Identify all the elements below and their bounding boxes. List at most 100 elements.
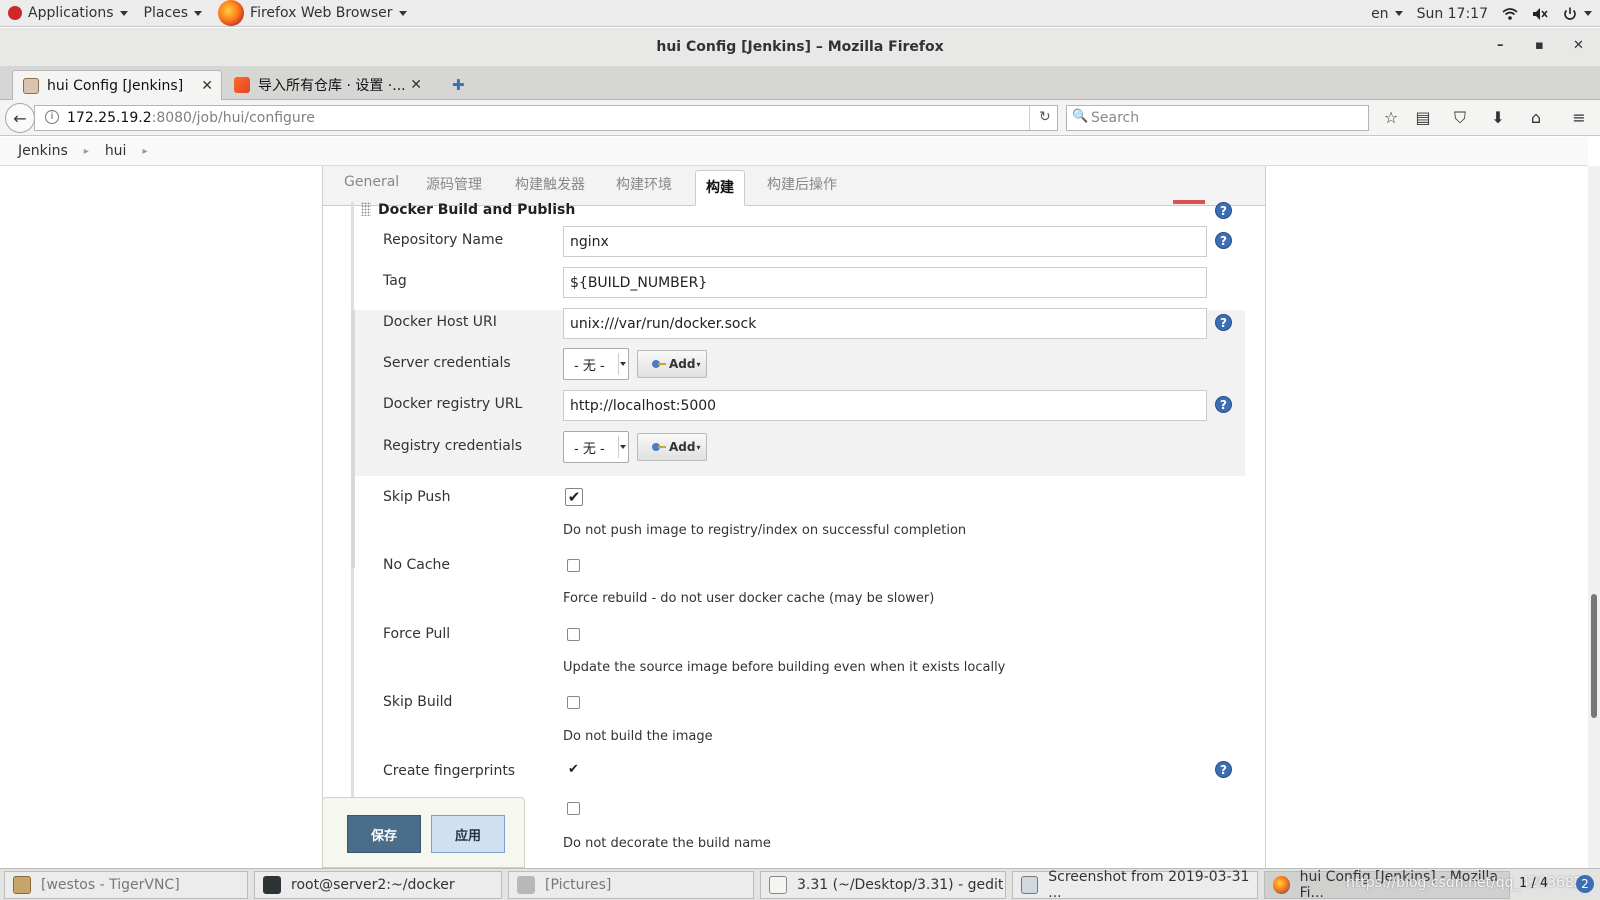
back-button[interactable]: ← — [5, 103, 35, 133]
pocket-icon[interactable]: ⛉ — [1450, 108, 1470, 128]
apply-button[interactable]: 应用 — [431, 815, 505, 853]
section-title: Docker Build and Publish — [378, 202, 576, 218]
tag-input[interactable] — [563, 267, 1207, 298]
delete-button[interactable] — [1173, 200, 1205, 204]
save-bar: 保存 应用 — [322, 797, 525, 868]
key-icon — [652, 360, 666, 368]
places-menu[interactable]: Places — [136, 0, 211, 27]
scrollbar-thumb[interactable] — [1591, 594, 1597, 718]
browser-menu[interactable]: Firefox Web Browser — [210, 0, 415, 27]
close-window-icon[interactable]: ✕ — [1573, 38, 1584, 53]
help-icon[interactable]: ? — [1215, 396, 1232, 413]
add-registry-credentials-button[interactable]: Add ▾ — [637, 433, 707, 461]
server-credentials-select[interactable]: - 无 - — [563, 348, 629, 380]
skip-decorate-checkbox[interactable] — [567, 802, 580, 815]
chevron-down-icon — [194, 10, 203, 16]
key-icon — [652, 443, 666, 451]
task-screenshot[interactable]: Screenshot from 2019-03-31 ... — [1012, 869, 1258, 900]
repository-name-label: Repository Name — [383, 232, 504, 248]
task-tigervnc[interactable]: [westos - TigerVNC] — [4, 871, 248, 899]
docker-registry-url-label: Docker registry URL — [383, 396, 523, 412]
notification-icon[interactable]: 2 — [1576, 875, 1594, 893]
skip-push-description: Do not push image to registry/index on s… — [563, 523, 967, 538]
task-pictures[interactable]: [Pictures] — [508, 871, 754, 899]
new-tab-button[interactable]: ✚ — [442, 70, 475, 100]
tab-scm[interactable]: 源码管理 — [426, 174, 482, 194]
wifi-icon[interactable] — [1502, 7, 1518, 21]
repository-name-input[interactable] — [563, 226, 1207, 257]
add-label: Add — [669, 440, 696, 454]
watermark: https://blog.csdn.net/qq_42036824 — [1346, 875, 1592, 891]
download-icon[interactable]: ⬇ — [1488, 108, 1508, 127]
workspace-pager[interactable]: 1 / 4 — [1519, 876, 1548, 891]
help-icon[interactable]: ? — [1215, 761, 1232, 778]
task-terminal[interactable]: root@server2:~/docker — [254, 871, 502, 899]
add-server-credentials-button[interactable]: Add ▾ — [637, 350, 707, 378]
help-icon[interactable]: ? — [1215, 232, 1232, 249]
maximize-icon[interactable]: ▪ — [1535, 38, 1544, 53]
docker-host-uri-input[interactable] — [563, 308, 1207, 339]
chevron-right-icon[interactable]: ▸ — [142, 146, 147, 157]
tab-build[interactable]: 构建 — [695, 170, 745, 206]
browser-label: Firefox Web Browser — [250, 5, 393, 21]
force-pull-checkbox[interactable] — [567, 628, 580, 641]
tab-jenkins-config[interactable]: hui Config [Jenkins] ✕ — [12, 70, 222, 100]
task-gedit[interactable]: 3.31 (~/Desktop/3.31) - gedit — [760, 871, 1006, 899]
folder-icon — [517, 876, 535, 894]
chevron-down-icon — [618, 436, 626, 458]
task-label: root@server2:~/docker — [291, 877, 455, 893]
navigation-toolbar: i 172.25.19.2 :8080/job/hui/configure ↻ … — [0, 100, 1600, 136]
skip-build-checkbox[interactable] — [567, 696, 580, 709]
breadcrumb-job[interactable]: hui — [105, 143, 127, 159]
terminal-icon — [263, 876, 281, 894]
tab-gitlab-import[interactable]: 导入所有仓库 · 设置 ·... ✕ — [224, 70, 430, 100]
minimize-icon[interactable]: – — [1497, 38, 1504, 53]
url-path: :8080/job/hui/configure — [151, 110, 315, 126]
group-bar — [351, 310, 355, 568]
skip-push-checkbox[interactable]: ✔ — [565, 488, 583, 506]
language-menu[interactable]: en — [1371, 6, 1403, 22]
search-input[interactable]: 🔍 Search — [1066, 105, 1369, 131]
create-fingerprints-checkbox[interactable]: ✔ — [567, 763, 580, 777]
tab-post-build[interactable]: 构建后操作 — [767, 174, 837, 194]
skip-decorate-description: Do not decorate the build name — [563, 836, 771, 851]
tab-triggers[interactable]: 构建触发器 — [515, 174, 585, 194]
skip-push-label: Skip Push — [383, 489, 451, 505]
applications-menu[interactable]: Applications — [0, 0, 136, 27]
chevron-down-icon — [618, 353, 626, 375]
power-icon[interactable] — [1562, 7, 1578, 21]
url-bar[interactable]: i 172.25.19.2 :8080/job/hui/configure ↻ — [34, 105, 1058, 131]
gitlab-icon — [234, 77, 250, 93]
reload-icon[interactable]: ↻ — [1039, 109, 1051, 125]
drag-handle-icon[interactable] — [361, 202, 371, 216]
breadcrumb: Jenkins ▸ hui ▸ — [0, 137, 1588, 166]
select-value: - 无 - — [574, 441, 605, 457]
bookmark-star-icon[interactable]: ☆ — [1381, 108, 1401, 127]
taskbar: [westos - TigerVNC] root@server2:~/docke… — [0, 868, 1600, 900]
tab-environment[interactable]: 构建环境 — [616, 174, 672, 194]
save-button[interactable]: 保存 — [347, 815, 421, 853]
docker-registry-url-input[interactable] — [563, 390, 1207, 421]
reading-list-icon[interactable]: ▤ — [1413, 108, 1433, 127]
info-icon[interactable]: i — [45, 110, 59, 124]
chevron-down-icon[interactable] — [1584, 11, 1592, 16]
breadcrumb-jenkins[interactable]: Jenkins — [18, 143, 68, 159]
help-icon[interactable]: ? — [1215, 314, 1232, 331]
registry-credentials-select[interactable]: - 无 - — [563, 431, 629, 463]
chevron-right-icon[interactable]: ▸ — [84, 146, 89, 157]
task-label: Screenshot from 2019-03-31 ... — [1048, 869, 1250, 900]
close-icon[interactable]: ✕ — [201, 78, 213, 94]
volume-muted-icon[interactable] — [1532, 7, 1548, 21]
language-label: en — [1371, 5, 1389, 22]
hamburger-menu-icon[interactable]: ≡ — [1569, 108, 1589, 127]
no-cache-checkbox[interactable] — [567, 559, 580, 572]
clock[interactable]: Sun 17:17 — [1417, 6, 1488, 22]
help-icon[interactable]: ? — [1215, 202, 1232, 219]
skip-build-label: Skip Build — [383, 694, 453, 710]
tab-general[interactable]: General — [344, 174, 399, 190]
home-icon[interactable]: ⌂ — [1526, 108, 1546, 127]
skip-build-description: Do not build the image — [563, 729, 713, 744]
page-scrollbar[interactable] — [1588, 166, 1600, 868]
url-host: 172.25.19.2 — [67, 110, 152, 126]
close-icon[interactable]: ✕ — [410, 77, 422, 93]
